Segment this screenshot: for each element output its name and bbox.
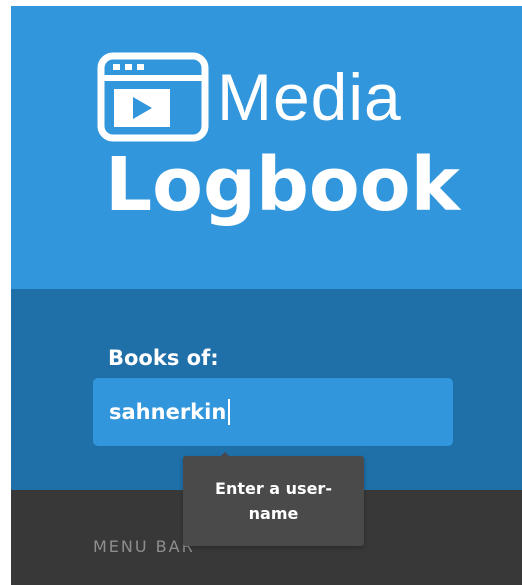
- text-caret: [228, 399, 231, 425]
- username-input-value: sahnerkin: [109, 400, 227, 424]
- app-window: Media Logbook Books of: sahnerkin MENU B…: [11, 6, 522, 585]
- video-window-icon: [97, 52, 209, 142]
- logo-text-logbook: Logbook: [105, 142, 460, 228]
- username-tooltip: Enter a user-name: [183, 456, 364, 546]
- username-input[interactable]: sahnerkin: [93, 378, 453, 446]
- app-header: Media Logbook: [11, 6, 522, 289]
- logo-text-media: Media: [217, 60, 402, 134]
- menu-bar-label: MENU BAR: [93, 537, 195, 556]
- books-of-label: Books of:: [108, 346, 219, 370]
